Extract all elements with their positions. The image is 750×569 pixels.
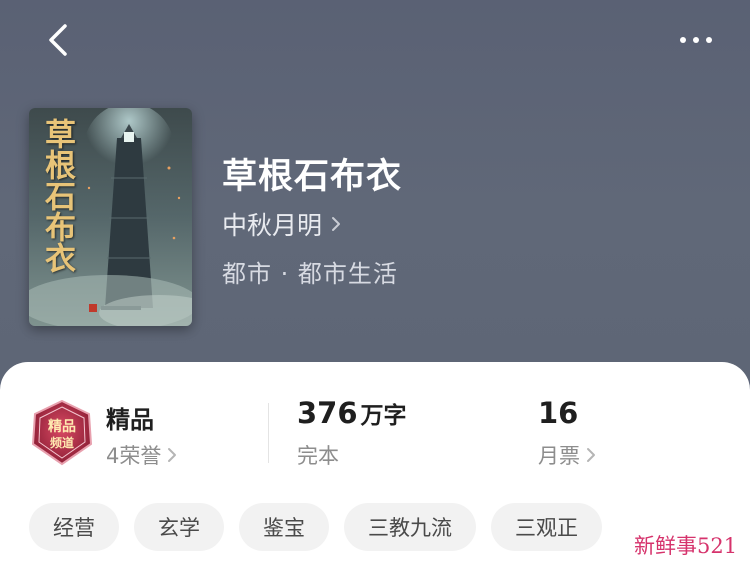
quality-label: 精品: [106, 406, 154, 434]
cover-title-text: 草根石布衣: [39, 118, 75, 273]
top-bar: [0, 0, 750, 80]
author-name: 中秋月明: [222, 211, 323, 240]
tag-list: 经营 玄学 鉴宝 三教九流 三观正: [29, 503, 602, 551]
chevron-right-icon: [168, 448, 177, 462]
more-dot: [693, 37, 699, 43]
monthly-votes-value: 16: [538, 396, 579, 430]
tag-chip[interactable]: 三观正: [491, 503, 602, 551]
badge-subtext: 频道: [50, 435, 74, 450]
completion-status: 完本: [297, 444, 339, 468]
stats-divider: [268, 403, 269, 463]
quality-badge-icon[interactable]: 精品 频道: [29, 400, 95, 466]
monthly-votes-label: 月票: [538, 444, 580, 468]
word-count-unit: 万字: [360, 403, 407, 429]
word-count: 376 万字: [297, 396, 407, 430]
tag-chip[interactable]: 鉴宝: [239, 503, 329, 551]
back-button[interactable]: [36, 20, 80, 60]
tag-chip[interactable]: 三教九流: [344, 503, 476, 551]
more-dot: [706, 37, 712, 43]
tag-chip[interactable]: 经营: [29, 503, 119, 551]
chevron-left-icon: [49, 24, 67, 56]
watermark-text: 新鲜事521: [634, 534, 738, 558]
chevron-right-icon: [332, 217, 341, 231]
monthly-votes: 16: [538, 396, 578, 430]
author-link[interactable]: 中秋月明: [222, 206, 342, 242]
genre-label: 都市 · 都市生活: [222, 260, 398, 288]
honors-count: 4荣誉: [106, 444, 162, 468]
book-cover[interactable]: 草根石布衣: [29, 108, 192, 326]
more-dots-icon: [680, 37, 686, 43]
more-options-button[interactable]: [668, 20, 724, 60]
tag-chip[interactable]: 玄学: [134, 503, 224, 551]
word-count-value: 376: [297, 396, 358, 430]
honors-link[interactable]: 4荣誉: [106, 440, 177, 470]
chevron-right-icon: [587, 448, 595, 462]
badge-text: 精品: [48, 418, 76, 435]
book-title: 草根石布衣: [222, 156, 403, 197]
monthly-votes-link[interactable]: 月票: [538, 440, 596, 470]
